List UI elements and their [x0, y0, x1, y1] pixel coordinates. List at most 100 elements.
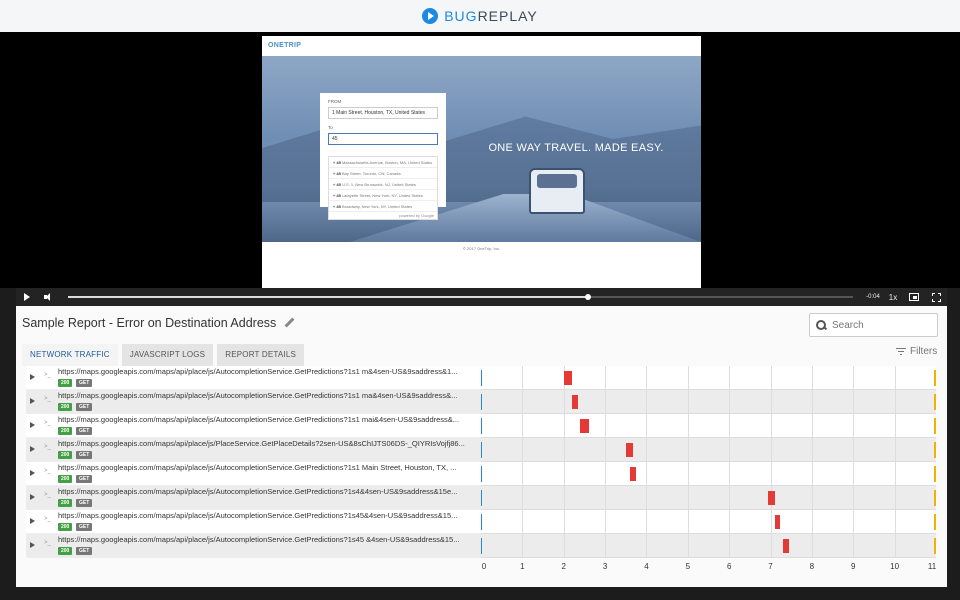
volume-button[interactable] [38, 288, 60, 306]
method-badge: GET [76, 499, 93, 507]
timeline-start-marker [481, 442, 482, 458]
network-row[interactable]: >_ https://maps.googleapis.com/maps/api/p… [26, 390, 938, 414]
filters-label: Filters [910, 346, 938, 357]
tab-javascript-logs[interactable]: JAVASCRIPT LOGS [121, 344, 214, 366]
report-title: Sample Report - Error on Destination Add… [22, 316, 277, 330]
search-input[interactable] [832, 319, 922, 331]
timeline-track [481, 366, 936, 390]
method-badge: GET [76, 379, 93, 387]
timeline-track [481, 486, 936, 510]
play-button[interactable] [16, 288, 38, 306]
network-row[interactable]: >_ https://maps.googleapis.com/maps/api/p… [26, 486, 938, 510]
network-row[interactable]: >_ https://maps.googleapis.com/maps/api/p… [26, 438, 938, 462]
autocomplete-list: ⌖ 45 Massachusetts Avenue, Boston, MA, U… [328, 156, 438, 220]
status-badge: 200 [58, 427, 73, 435]
play-icon [24, 293, 30, 301]
timeline-gridline [605, 438, 607, 462]
network-table: >_ https://maps.googleapis.com/maps/api/p… [26, 366, 938, 558]
expand-arrow-icon[interactable] [30, 422, 35, 428]
timeline-gridline [563, 414, 565, 438]
network-row[interactable]: >_ https://maps.googleapis.com/maps/api/p… [26, 414, 938, 438]
expand-arrow-icon[interactable] [30, 446, 35, 452]
volume-icon [44, 293, 54, 301]
request-timing-bar[interactable] [767, 491, 775, 505]
request-timing-bar[interactable] [625, 443, 634, 457]
timeline-gridline [853, 486, 855, 510]
request-type-icon: >_ [44, 468, 51, 474]
axis-tick-label: 10 [890, 562, 900, 571]
timeline-gridline [563, 486, 565, 510]
timeline-end-marker [934, 466, 936, 482]
seek-bar[interactable] [68, 294, 853, 300]
hero-banner: ONE WAY TRAVEL. MADE EASY. FROM 1 Main S… [262, 56, 701, 242]
timeline-track [481, 390, 936, 414]
to-field: 45 [328, 133, 438, 145]
seek-handle[interactable] [585, 294, 592, 300]
timeline-gridline [853, 390, 855, 414]
expand-arrow-icon[interactable] [30, 518, 35, 524]
timeline-gridline [563, 510, 565, 534]
suggestion-item: ⌖ 45 Lafayette Street, New York, NY, Uni… [329, 190, 437, 201]
app-header: BUGREPLAY [0, 0, 960, 32]
timeline-gridline [687, 462, 689, 486]
expand-arrow-icon[interactable] [30, 494, 35, 500]
video-player[interactable]: ONETRIP ONE WAY TRAVEL. MADE EASY. FROM … [0, 32, 960, 288]
timeline-end-marker [934, 394, 936, 410]
expand-arrow-icon[interactable] [30, 470, 35, 476]
timeline-gridline [646, 534, 648, 558]
timeline-gridline [770, 510, 772, 534]
timeline-gridline [729, 390, 731, 414]
timeline-gridline [811, 390, 813, 414]
timeline-end-marker [934, 370, 936, 386]
search-box[interactable] [809, 313, 938, 337]
tab-network-traffic[interactable]: NETWORK TRAFFIC [22, 344, 118, 366]
network-row[interactable]: >_ https://maps.googleapis.com/maps/api/p… [26, 510, 938, 534]
request-timing-bar[interactable] [563, 371, 572, 385]
timeline-gridline [646, 366, 648, 390]
tab-report-details[interactable]: REPORT DETAILS [217, 344, 305, 366]
status-badge: 200 [58, 403, 73, 411]
timeline-start-marker [481, 370, 482, 386]
fullscreen-button[interactable] [925, 288, 947, 306]
request-timing-bar[interactable] [572, 395, 579, 409]
method-badge: GET [76, 523, 93, 531]
filters-button[interactable]: Filters [896, 346, 937, 357]
timeline-gridline [605, 390, 607, 414]
report-tabs: NETWORK TRAFFIC JAVASCRIPT LOGS REPORT D… [22, 344, 305, 366]
trip-form: FROM 1 Main Street, Houston, TX, United … [320, 93, 446, 220]
request-timing-bar[interactable] [629, 467, 637, 481]
request-timing-bar[interactable] [782, 539, 790, 553]
expand-arrow-icon[interactable] [30, 398, 35, 404]
timeline-gridline [646, 510, 648, 534]
timeline-axis: 0 1 2 3 4 5 6 7 8 9 10 11 [481, 562, 936, 576]
request-type-icon: >_ [44, 492, 51, 498]
method-badge: GET [76, 547, 93, 555]
timeline-gridline [522, 510, 524, 534]
expand-arrow-icon[interactable] [30, 542, 35, 548]
edit-pencil-icon[interactable] [284, 318, 294, 328]
timeline-gridline [563, 438, 565, 462]
network-row[interactable]: >_ https://maps.googleapis.com/maps/api/p… [26, 462, 938, 486]
timeline-gridline [853, 438, 855, 462]
status-badge: 200 [58, 379, 73, 387]
timeline-gridline [563, 534, 565, 558]
timeline-gridline [853, 462, 855, 486]
timeline-gridline [522, 486, 524, 510]
time-remaining: -0:04 [866, 294, 880, 300]
network-row[interactable]: >_ https://maps.googleapis.com/maps/api/p… [26, 366, 938, 390]
request-type-icon: >_ [44, 516, 51, 522]
timeline-gridline [729, 534, 731, 558]
timeline-gridline [811, 486, 813, 510]
request-timing-bar[interactable] [774, 515, 780, 529]
method-badge: GET [76, 451, 93, 459]
request-type-icon: >_ [44, 372, 51, 378]
expand-arrow-icon[interactable] [30, 374, 35, 380]
timeline-gridline [522, 414, 524, 438]
network-row[interactable]: >_ https://maps.googleapis.com/maps/api/p… [26, 534, 938, 558]
pip-button[interactable] [903, 288, 925, 306]
playback-rate-button[interactable]: 1x [883, 288, 903, 306]
request-timing-bar[interactable] [580, 419, 589, 433]
timeline-start-marker [481, 538, 482, 554]
timeline-gridline [729, 366, 731, 390]
timeline-track [481, 438, 936, 462]
